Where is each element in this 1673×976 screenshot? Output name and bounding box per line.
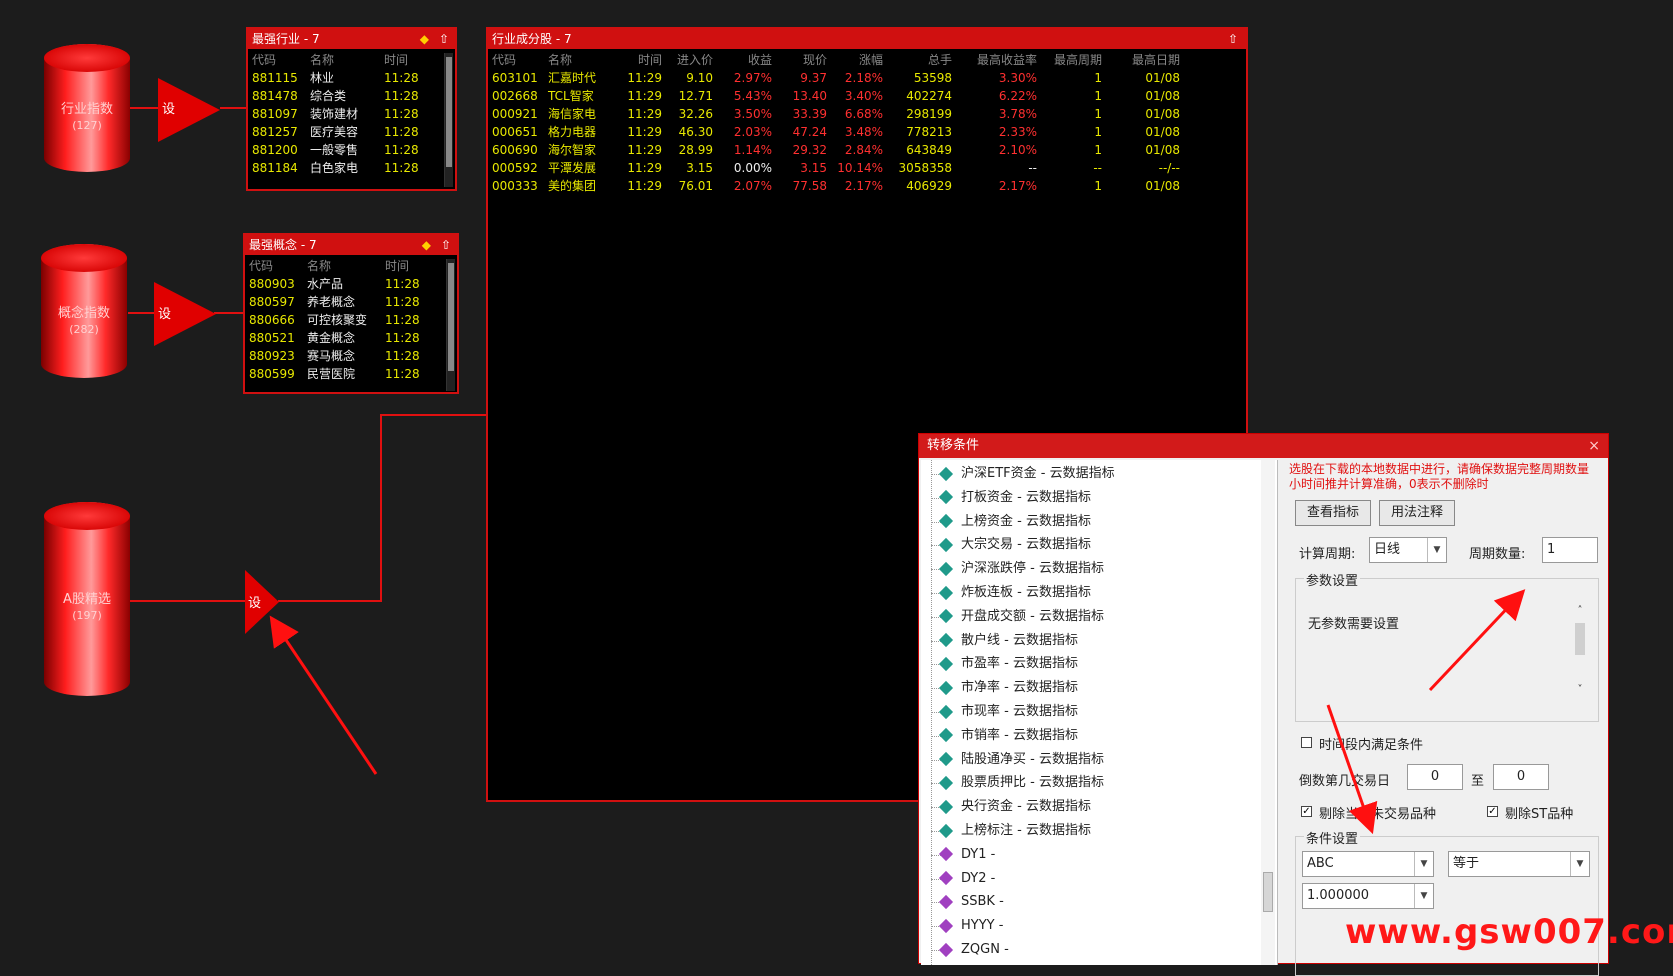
arrow-annotation xyxy=(269,615,378,775)
arrow-annotation xyxy=(1326,704,1378,835)
annotation-arrows xyxy=(269,589,1526,835)
arrow-annotation xyxy=(1428,589,1526,692)
watermark: www.gsw007.com xyxy=(1345,912,1673,952)
